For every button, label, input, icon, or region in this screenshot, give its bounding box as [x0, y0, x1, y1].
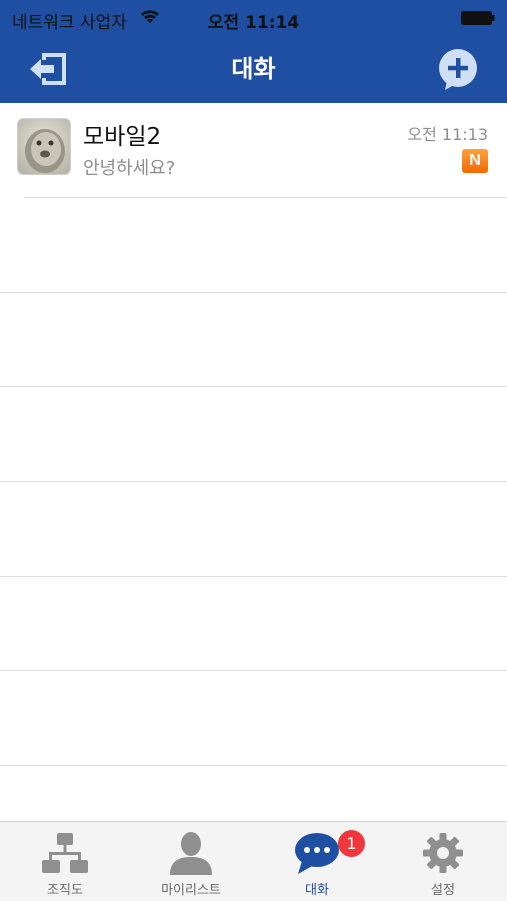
tab-settings[interactable]: 설정 — [380, 822, 506, 901]
tab-bar: 조직도 마이리스트 대화 설정 1 — [0, 821, 507, 901]
gear-icon — [423, 833, 463, 873]
chat-list: 모바일2 안녕하세요? 오전 11:13 N — [0, 103, 507, 821]
nate-badge-icon: N — [462, 149, 488, 173]
chat-preview: 안녕하세요? — [83, 158, 176, 179]
battery-icon — [461, 11, 495, 25]
add-chat-icon — [439, 49, 477, 90]
page-title: 대화 — [231, 55, 276, 83]
avatar — [17, 118, 71, 175]
chat-list-item[interactable]: 모바일2 안녕하세요? 오전 11:13 N — [0, 103, 507, 198]
chat-time: 오전 11:13 — [407, 125, 488, 144]
tab-label: 조직도 — [47, 883, 83, 898]
nav-bar: 대화 — [0, 36, 507, 103]
tab-label: 대화 — [305, 883, 329, 898]
status-time: 오전 11:14 — [207, 13, 300, 33]
row-divider — [0, 386, 507, 387]
tab-label: 마이리스트 — [161, 883, 221, 898]
chat-name: 모바일2 — [83, 124, 162, 150]
status-bar: 네트워크 사업자 오전 11:14 — [0, 0, 507, 36]
person-icon — [170, 832, 212, 875]
new-chat-button[interactable] — [437, 48, 479, 92]
unread-badge: 1 — [338, 830, 365, 857]
tab-label: 설정 — [431, 883, 455, 898]
row-divider — [0, 576, 507, 577]
row-divider — [0, 670, 507, 671]
tab-my-list[interactable]: 마이리스트 — [128, 822, 254, 901]
row-divider — [0, 292, 507, 293]
row-divider — [24, 197, 507, 198]
org-chart-icon — [42, 833, 88, 873]
row-divider — [0, 765, 507, 766]
row-divider — [0, 481, 507, 482]
tab-org-chart[interactable]: 조직도 — [2, 822, 128, 901]
chat-bubble-icon — [295, 833, 339, 874]
